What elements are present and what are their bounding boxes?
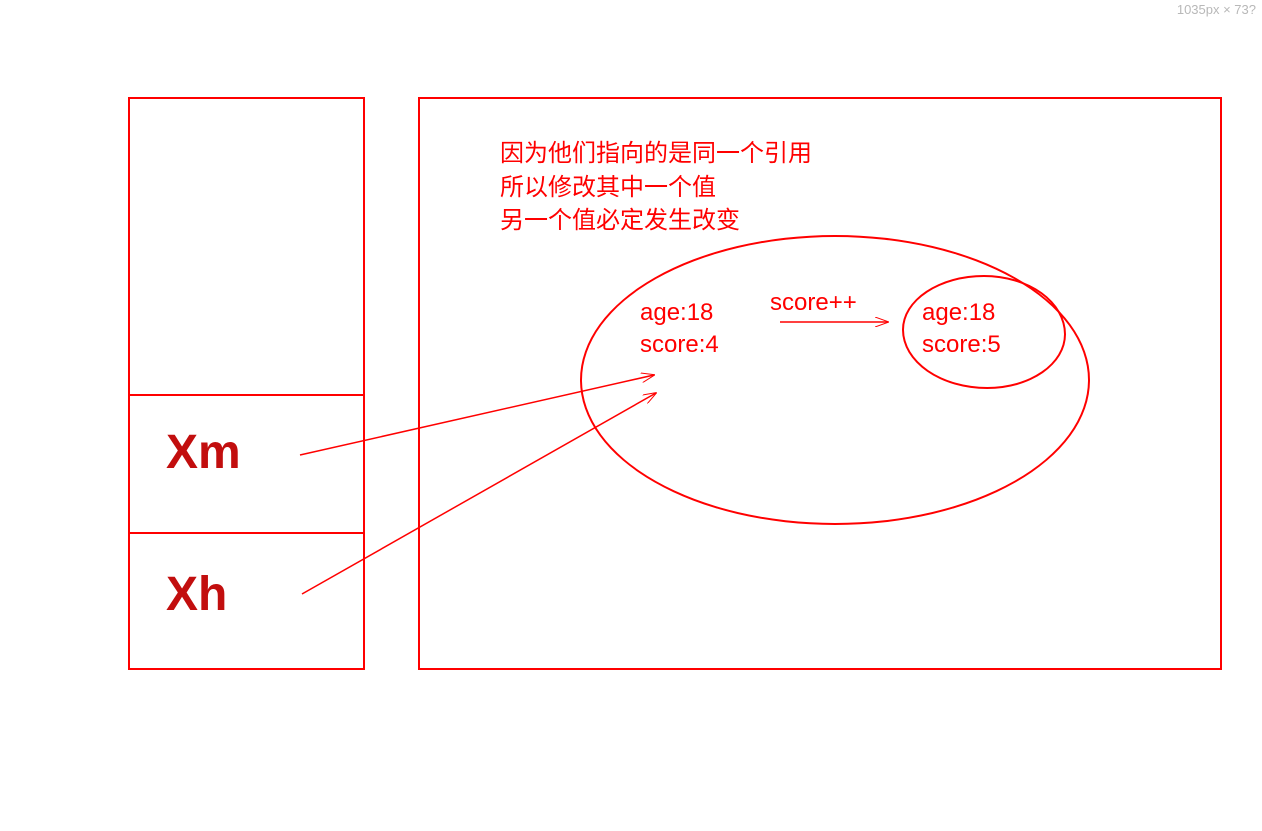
explanation-line: 另一个值必定发生改变	[500, 204, 812, 238]
explanation-line: 所以修改其中一个值	[500, 171, 812, 205]
object-state-before: age:18 score:4	[640, 297, 719, 362]
stack-variable-xm: Xm	[166, 429, 241, 477]
object-age-label: age:18	[640, 297, 719, 329]
object-state-after: age:18 score:5	[922, 297, 1001, 362]
explanation-line: 因为他们指向的是同一个引用	[500, 137, 812, 171]
stack-variable-xh: Xh	[166, 571, 227, 619]
object-age-label: age:18	[922, 297, 1001, 329]
object-score-label: score:4	[640, 329, 719, 361]
operation-label: score++	[770, 289, 857, 317]
stack-divider	[130, 532, 363, 534]
heap-memory-box: 因为他们指向的是同一个引用 所以修改其中一个值 另一个值必定发生改变 age:1…	[418, 97, 1222, 670]
explanation-text: 因为他们指向的是同一个引用 所以修改其中一个值 另一个值必定发生改变	[500, 137, 812, 238]
dimension-label: 1035px × 73?	[1177, 2, 1256, 17]
object-score-label: score:5	[922, 329, 1001, 361]
stack-divider	[130, 394, 363, 396]
stack-memory-box: Xm Xh	[128, 97, 365, 670]
